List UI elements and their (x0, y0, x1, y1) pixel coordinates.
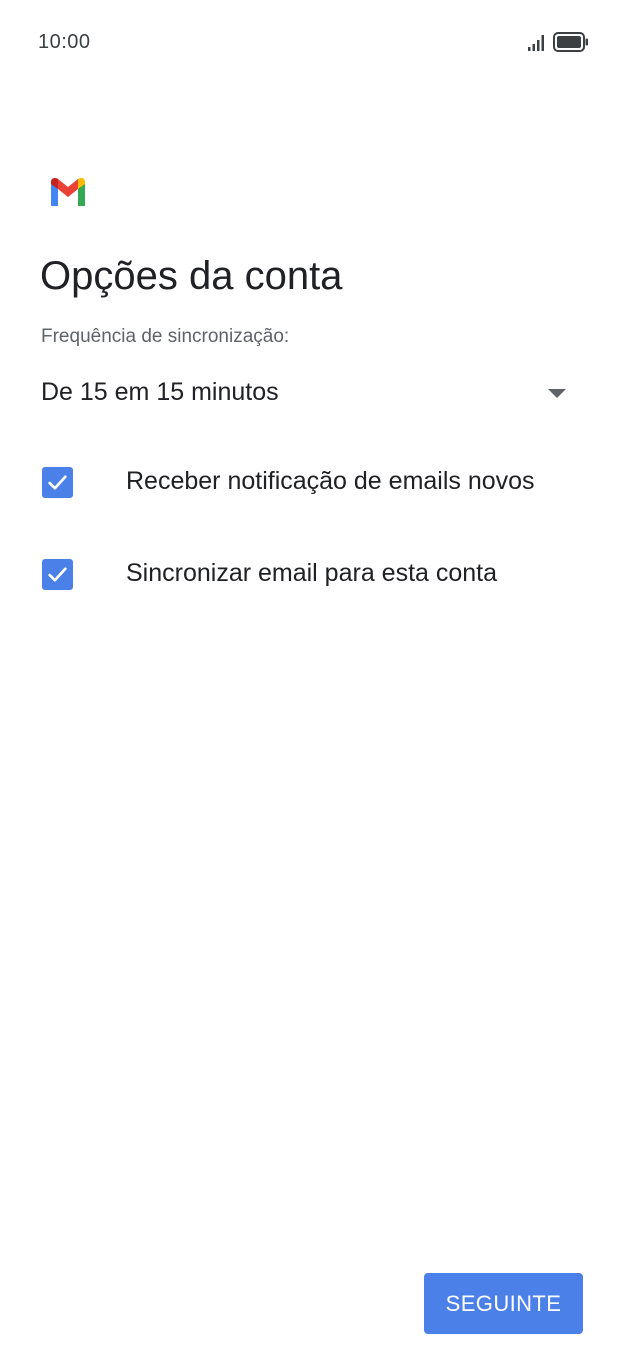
notify-new-emails-checkbox[interactable] (42, 467, 73, 498)
battery-full-icon (553, 32, 588, 52)
sync-frequency-label: Frequência de sincronização: (41, 326, 290, 347)
checkmark-icon (48, 567, 67, 582)
sync-email-option[interactable]: Sincronizar email para esta conta (40, 544, 600, 604)
notify-new-emails-option[interactable]: Receber notificação de emails novos (40, 452, 600, 512)
sync-frequency-dropdown[interactable]: De 15 em 15 minutos (40, 370, 584, 418)
gmail-logo-icon (51, 178, 85, 206)
status-bar: 10:00 (0, 0, 624, 84)
status-time: 10:00 (38, 31, 91, 53)
sync-email-label: Sincronizar email para esta conta (126, 559, 498, 587)
next-button[interactable]: SEGUINTE (424, 1273, 583, 1334)
notify-new-emails-label: Receber notificação de emails novos (126, 467, 535, 495)
caret-down-icon (548, 389, 566, 398)
cellular-signal-icon (528, 35, 544, 51)
page-title: Opções da conta (40, 254, 343, 298)
checkmark-icon (48, 475, 67, 490)
sync-email-checkbox[interactable] (42, 559, 73, 590)
sync-frequency-value: De 15 em 15 minutos (41, 378, 279, 406)
